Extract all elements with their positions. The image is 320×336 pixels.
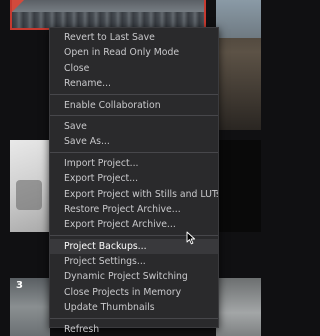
menu-item-restore-project-archive[interactable]: Restore Project Archive...	[50, 202, 218, 217]
thumbnail-number: 3	[16, 280, 23, 291]
menu-separator	[50, 94, 218, 96]
thumbnail-image	[216, 0, 261, 38]
thumbnail-image	[16, 180, 42, 210]
context-menu: Revert to Last Save Open in Read Only Mod…	[49, 27, 219, 335]
menu-item-save[interactable]: Save	[50, 119, 218, 134]
project-thumbnail-selected[interactable]	[10, 0, 206, 30]
menu-separator	[50, 115, 218, 117]
mouse-pointer-icon	[186, 231, 196, 245]
menu-item-export-project[interactable]: Export Project...	[50, 171, 218, 186]
menu-separator	[50, 152, 218, 154]
menu-item-project-settings[interactable]: Project Settings...	[50, 254, 218, 269]
project-thumbnail[interactable]	[216, 278, 261, 336]
menu-item-open-in-read-only-mode[interactable]: Open in Read Only Mode	[50, 45, 218, 60]
menu-item-close-projects-in-memory[interactable]: Close Projects in Memory	[50, 285, 218, 300]
menu-item-dynamic-project-switching[interactable]: Dynamic Project Switching	[50, 269, 218, 284]
menu-item-close[interactable]: Close	[50, 61, 218, 76]
menu-item-rename[interactable]: Rename...	[50, 76, 218, 91]
selection-corner-marker	[12, 0, 24, 12]
thumbnail-image	[12, 12, 204, 28]
menu-item-import-project[interactable]: Import Project...	[50, 156, 218, 171]
project-thumbnail[interactable]	[216, 140, 261, 232]
project-thumbnail[interactable]	[10, 140, 50, 232]
project-manager-view: 3 Revert to Last Save Open in Read Only M…	[0, 0, 261, 336]
menu-item-save-as[interactable]: Save As...	[50, 134, 218, 149]
menu-item-revert-to-last-save[interactable]: Revert to Last Save	[50, 30, 218, 45]
menu-item-update-thumbnails[interactable]: Update Thumbnails	[50, 300, 218, 315]
menu-item-enable-collaboration[interactable]: Enable Collaboration	[50, 98, 218, 113]
menu-item-refresh[interactable]: Refresh	[50, 322, 218, 336]
project-thumbnail[interactable]: 3	[10, 278, 50, 336]
menu-item-export-project-with-stills-and-luts[interactable]: Export Project with Stills and LUTs...	[50, 187, 218, 202]
project-thumbnail[interactable]	[216, 0, 261, 130]
menu-separator	[50, 318, 218, 320]
